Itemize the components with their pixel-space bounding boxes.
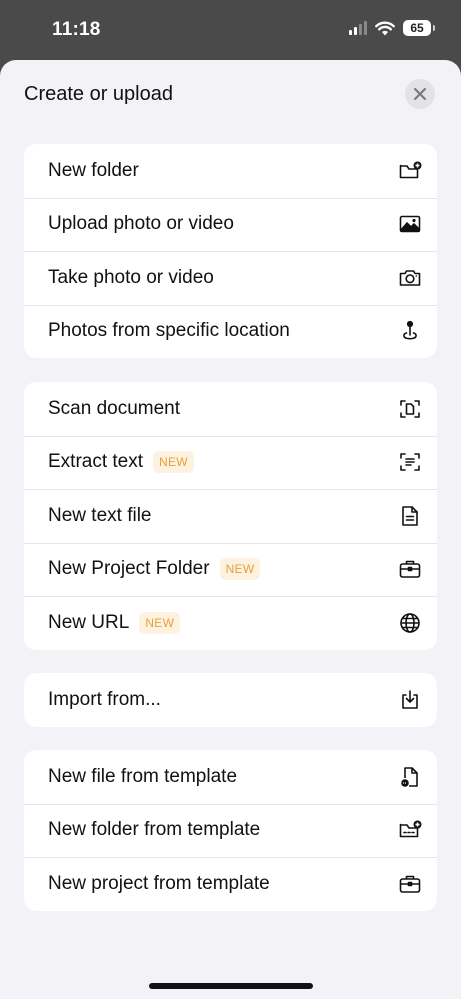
location-photos-option[interactable]: Photos from specific location: [24, 304, 437, 359]
new-folder-template-option[interactable]: New folder from template: [24, 803, 437, 858]
new-badge: NEW: [153, 451, 194, 474]
globe-icon: [397, 610, 423, 636]
image-icon: [397, 211, 423, 237]
option-label: New text file: [48, 504, 152, 526]
extract-text-icon: [397, 449, 423, 475]
camera-icon: [397, 265, 423, 291]
option-label: New Project Folder: [48, 558, 210, 580]
import-options-group: Import from...: [24, 673, 437, 727]
new-folder-option[interactable]: New folder: [24, 144, 437, 198]
home-indicator[interactable]: [149, 983, 313, 989]
new-file-template-option[interactable]: New file from template: [24, 750, 437, 804]
status-time: 11:18: [52, 19, 101, 40]
status-icons: 65: [349, 20, 435, 36]
option-label: Extract text: [48, 451, 144, 473]
new-folder-icon: [397, 158, 423, 184]
option-label: Photos from specific location: [48, 320, 290, 342]
file-template-icon: [397, 764, 423, 790]
media-options-group: New folder Upload photo or video Take ph…: [24, 144, 437, 358]
option-label: New folder: [48, 159, 139, 181]
new-url-option[interactable]: New URL NEW: [24, 596, 437, 650]
scan-document-option[interactable]: Scan document: [24, 382, 437, 436]
scan-document-icon: [397, 396, 423, 422]
status-bar: 11:18 65: [0, 0, 461, 60]
new-text-file-option[interactable]: New text file: [24, 489, 437, 543]
import-from-option[interactable]: Import from...: [24, 673, 437, 727]
close-icon: [413, 87, 427, 101]
location-pin-icon: [397, 318, 423, 344]
briefcase-icon: [397, 556, 423, 582]
create-upload-sheet: Create or upload New folder Upload photo…: [0, 60, 461, 999]
option-label: Upload photo or video: [48, 213, 234, 235]
briefcase-icon: [397, 871, 423, 897]
close-button[interactable]: [405, 79, 435, 109]
upload-photo-option[interactable]: Upload photo or video: [24, 197, 437, 252]
wifi-icon: [375, 21, 395, 35]
cellular-signal-icon: [349, 21, 367, 35]
import-icon: [397, 687, 423, 713]
extract-text-option[interactable]: Extract text NEW: [24, 435, 437, 490]
take-photo-option[interactable]: Take photo or video: [24, 251, 437, 305]
new-project-folder-option[interactable]: New Project Folder NEW: [24, 542, 437, 597]
template-options-group: New file from template New folder from t…: [24, 750, 437, 911]
option-label: Import from...: [48, 688, 161, 710]
battery-indicator: 65: [403, 20, 435, 36]
option-label: New folder from template: [48, 819, 261, 841]
option-label: Scan document: [48, 397, 181, 419]
folder-template-icon: [397, 817, 423, 843]
new-badge: NEW: [139, 611, 181, 634]
option-label: Take photo or video: [48, 266, 214, 288]
option-label: New file from template: [48, 765, 238, 787]
sheet-title: Create or upload: [24, 83, 173, 105]
option-label: New project from template: [48, 872, 270, 894]
document-options-group: Scan document Extract text NEW New text …: [24, 382, 437, 650]
sheet-header: Create or upload: [0, 60, 461, 128]
option-label: New URL: [48, 611, 130, 633]
text-file-icon: [397, 503, 423, 529]
new-badge: NEW: [219, 558, 261, 581]
new-project-template-option[interactable]: New project from template: [24, 857, 437, 911]
